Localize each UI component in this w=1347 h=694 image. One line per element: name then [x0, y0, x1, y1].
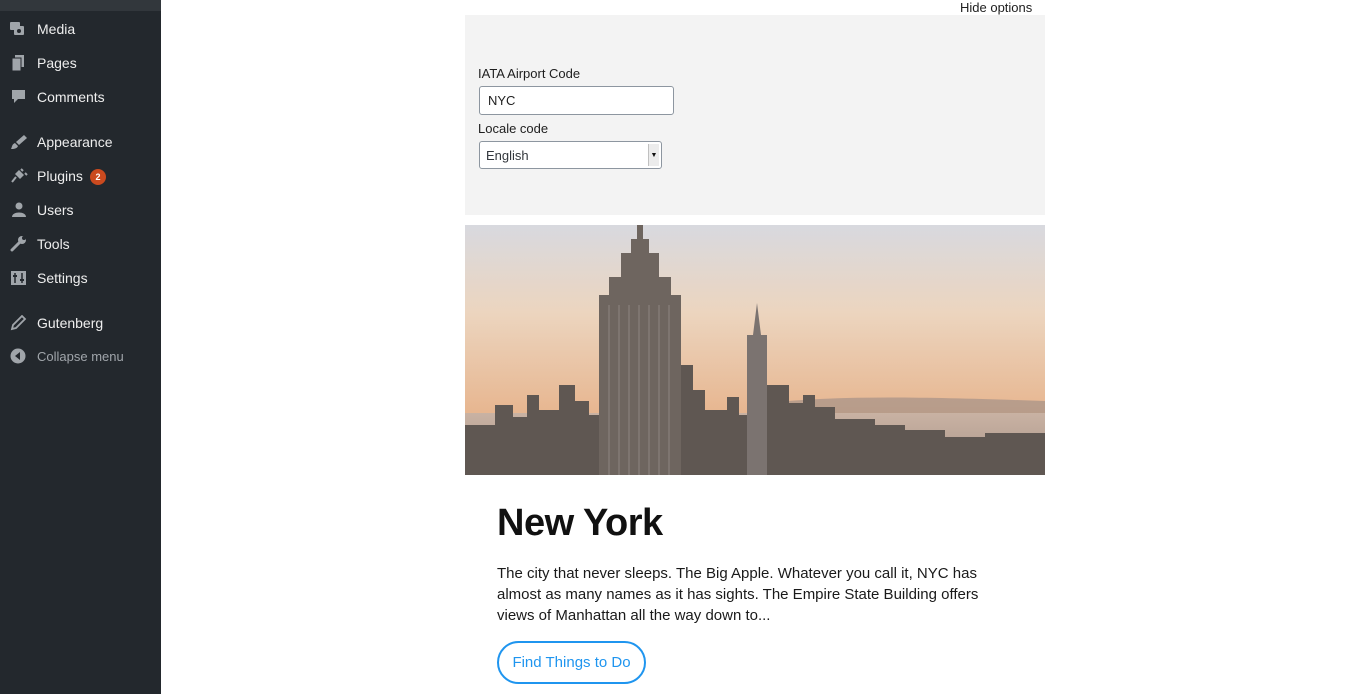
sidebar-item-comments[interactable]: Comments — [0, 82, 161, 112]
city-hero-image — [465, 225, 1045, 475]
find-things-to-do-button[interactable]: Find Things to Do — [497, 641, 646, 684]
sidebar-item-label: Users — [37, 202, 74, 218]
plugins-icon — [10, 168, 28, 184]
comments-icon — [10, 89, 28, 105]
airport-code-label: IATA Airport Code — [478, 66, 581, 81]
locale-code-label: Locale code — [478, 121, 549, 136]
sidebar-item-label: Media — [37, 21, 76, 37]
sidebar-item-label: Settings — [37, 270, 88, 286]
media-icon — [10, 21, 28, 37]
sidebar-item-appearance[interactable]: Appearance — [0, 127, 161, 157]
pages-icon — [10, 55, 28, 71]
select-arrow-icon: ▼ — [648, 144, 659, 166]
admin-sidebar: Media Pages Comments Appearance Plugins … — [0, 0, 161, 694]
collapse-menu-button[interactable]: Collapse menu — [0, 341, 161, 371]
hide-options-link[interactable]: Hide options — [960, 0, 1032, 15]
sidebar-item-users[interactable]: Users — [0, 195, 161, 225]
sidebar-item-pages[interactable]: Pages — [0, 48, 161, 78]
block-options-panel: IATA Airport Code Locale code English ▼ — [465, 15, 1045, 215]
settings-icon — [10, 270, 28, 286]
sidebar-item-label: Comments — [37, 89, 105, 105]
sidebar-item-label: Appearance — [37, 134, 113, 150]
sidebar-item-label: Tools — [37, 236, 70, 252]
locale-selected-value: English — [486, 148, 529, 163]
sidebar-item-label: Gutenberg — [37, 315, 104, 331]
users-icon — [10, 202, 28, 218]
appearance-icon — [10, 134, 28, 150]
airport-code-input[interactable] — [479, 86, 674, 115]
collapse-menu-label: Collapse menu — [37, 348, 124, 364]
sidebar-item-gutenberg[interactable]: Gutenberg — [0, 308, 161, 338]
plugins-update-badge: 2 — [90, 169, 106, 185]
sidebar-item-label: Plugins — [37, 168, 83, 184]
sidebar-item-plugins[interactable]: Plugins 2 — [0, 161, 161, 191]
tools-icon — [10, 236, 28, 252]
gutenberg-icon — [10, 315, 28, 331]
city-title: New York — [497, 502, 663, 544]
sidebar-item-settings[interactable]: Settings — [0, 263, 161, 293]
sidebar-top-separator — [0, 0, 161, 11]
locale-select[interactable]: English ▼ — [479, 141, 662, 169]
sidebar-item-media[interactable]: Media — [0, 14, 161, 44]
collapse-icon — [10, 348, 28, 364]
sidebar-item-label: Pages — [37, 55, 77, 71]
sidebar-item-tools[interactable]: Tools — [0, 229, 161, 259]
city-description: The city that never sleeps. The Big Appl… — [497, 565, 979, 624]
